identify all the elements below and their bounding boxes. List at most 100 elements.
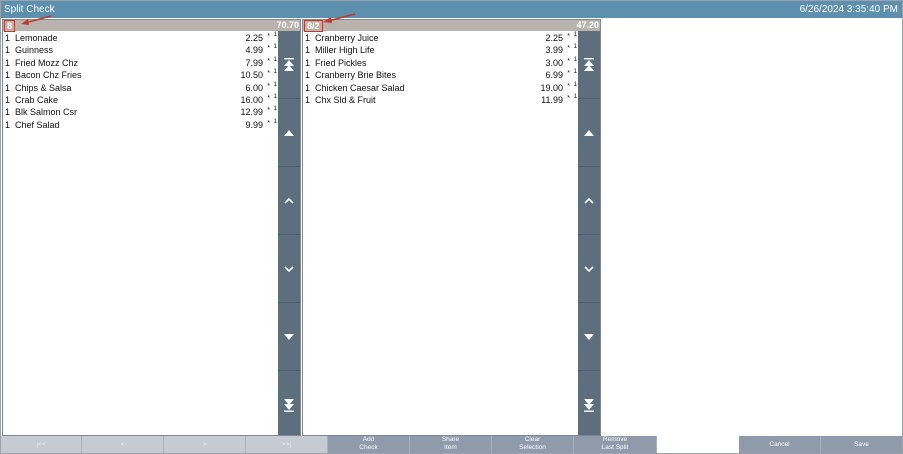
check-total: 47.20 xyxy=(576,20,599,30)
item-seat: 1 xyxy=(273,81,277,88)
check-total: 70.70 xyxy=(276,20,299,30)
list-item[interactable]: 1 Miller High Life 3.99 * 1 xyxy=(303,44,577,56)
list-item[interactable]: 1 Chicken Caesar Salad 19.00 * 1 xyxy=(303,82,577,94)
add-check-label-2: Check xyxy=(359,444,378,451)
save-button[interactable]: Save xyxy=(821,436,902,453)
title-bar: Split Check 6/26/2024 3:35:40 PM xyxy=(1,1,902,18)
item-mark: * xyxy=(567,82,570,90)
list-item[interactable]: 1 Fried Mozz Chz 7.99 * 1 xyxy=(3,57,277,69)
item-price: 3.00 xyxy=(545,57,563,68)
scroll-button[interactable] xyxy=(278,235,300,303)
item-qty: 1 xyxy=(305,45,311,56)
check-scrollbar[interactable] xyxy=(278,31,300,435)
list-item[interactable]: 1 Guinness 4.99 * 1 xyxy=(3,44,277,56)
prev-check-button[interactable]: < xyxy=(82,436,164,453)
add-check-button[interactable]: Add Check xyxy=(328,436,410,453)
item-mark: * xyxy=(267,119,270,127)
item-qty: 1 xyxy=(5,107,11,118)
triangle-up-icon xyxy=(584,129,594,136)
item-qty: 1 xyxy=(5,57,11,68)
datetime: 6/26/2024 3:35:40 PM xyxy=(799,4,898,15)
next-check-button[interactable]: > xyxy=(164,436,246,453)
scroll-button[interactable] xyxy=(578,235,600,303)
check-scrollbar[interactable] xyxy=(578,31,600,435)
item-name: Lemonade xyxy=(15,33,58,43)
share-item-button[interactable]: Share Item xyxy=(410,436,492,453)
list-item[interactable]: 1 Blk Salmon Csr 12.99 * 1 xyxy=(3,106,277,118)
item-price: 12.99 xyxy=(240,107,263,118)
triangle-up-icon xyxy=(284,129,294,136)
item-mark: * xyxy=(267,33,270,40)
item-list: 1 Lemonade 2.25 * 1 1 Guinness 4.99 * 1 1 Fried Moz… xyxy=(3,32,277,131)
item-qty: 1 xyxy=(305,94,311,105)
scroll-button[interactable] xyxy=(278,99,300,167)
check-panel-8-2[interactable]: 8/2 47.20 1 Cranberry Juice 2.25 * 1 1 Miller … xyxy=(302,19,601,436)
scroll-button[interactable] xyxy=(278,371,300,438)
list-item[interactable]: 1 Bacon Chz Fries 10.50 * 1 xyxy=(3,69,277,81)
cancel-button[interactable]: Cancel xyxy=(739,436,821,453)
scroll-button[interactable] xyxy=(578,167,600,235)
item-price: 2.25 xyxy=(545,33,563,43)
item-mark: * xyxy=(567,33,570,40)
triangle-down-icon xyxy=(284,333,294,340)
item-seat: 1 xyxy=(573,44,577,51)
item-mark: * xyxy=(567,70,570,78)
last-check-button[interactable]: >>| xyxy=(246,436,328,453)
item-price: 11.99 xyxy=(541,94,563,105)
first-check-button[interactable]: |<< xyxy=(1,436,82,453)
item-name: Cranberry Brie Bites xyxy=(315,70,397,81)
item-seat: 1 xyxy=(273,118,277,125)
item-mark: * xyxy=(567,45,570,53)
list-item[interactable]: 1 Crab Cake 16.00 * 1 xyxy=(3,94,277,106)
list-item[interactable]: 1 Chef Salad 9.99 * 1 xyxy=(3,119,277,131)
item-price: 10.50 xyxy=(240,70,263,81)
item-seat: 1 xyxy=(273,56,277,63)
scroll-button[interactable] xyxy=(278,303,300,371)
item-mark: * xyxy=(267,94,270,102)
scroll-button[interactable] xyxy=(578,99,600,167)
clear-selection-label-2: Selection xyxy=(519,444,546,451)
item-qty: 1 xyxy=(5,70,11,81)
item-qty: 1 xyxy=(5,119,11,130)
chevron-down-icon xyxy=(284,265,294,272)
scroll-button[interactable] xyxy=(578,303,600,371)
remove-last-split-label-2: Last Split xyxy=(601,444,629,451)
item-price: 16.00 xyxy=(240,94,263,105)
item-price: 9.99 xyxy=(245,119,263,130)
annotation-arrow-icon xyxy=(323,13,356,23)
scroll-button[interactable] xyxy=(578,31,600,99)
list-item[interactable]: 1 Fried Pickles 3.00 * 1 xyxy=(303,57,577,69)
item-price: 19.00 xyxy=(540,82,563,93)
list-item[interactable]: 1 Cranberry Brie Bites 6.99 * 1 xyxy=(303,69,577,81)
item-qty: 1 xyxy=(5,45,11,56)
list-item[interactable]: 1 Lemonade 2.25 * 1 xyxy=(3,32,277,44)
item-qty: 1 xyxy=(305,82,311,93)
list-item[interactable]: 1 Chx Sld & Fruit 11.99 * 1 xyxy=(303,94,577,106)
list-item[interactable]: 1 Cranberry Juice 2.25 * 1 xyxy=(303,32,577,44)
item-name: Chef Salad xyxy=(15,119,60,130)
item-qty: 1 xyxy=(305,33,311,43)
check-panel-8[interactable]: 8 70.70 1 Lemonade 2.25 * 1 1 Guinness 4.99 * 1 1 F… xyxy=(2,19,301,436)
double-chevron-up-icon xyxy=(584,57,594,71)
add-check-label-1: Add xyxy=(362,436,375,443)
item-price: 2.25 xyxy=(245,33,263,43)
item-name: Blk Salmon Csr xyxy=(15,107,78,118)
scroll-button[interactable] xyxy=(278,167,300,235)
item-price: 4.99 xyxy=(245,45,263,56)
double-chevron-up-icon xyxy=(284,57,294,71)
clear-selection-button[interactable]: Clear Selection xyxy=(492,436,574,453)
item-price: 3.99 xyxy=(545,45,563,56)
remove-last-split-button[interactable]: Remove Last Split xyxy=(574,436,657,453)
item-qty: 1 xyxy=(305,70,311,81)
item-mark: * xyxy=(267,45,270,53)
list-item[interactable]: 1 Chips & Salsa 6.00 * 1 xyxy=(3,82,277,94)
share-item-label-1: Share xyxy=(441,436,460,443)
item-mark: * xyxy=(567,57,570,65)
item-mark: * xyxy=(267,70,270,78)
scroll-button[interactable] xyxy=(578,371,600,438)
chevron-up-icon xyxy=(584,197,594,204)
item-name: Chips & Salsa xyxy=(15,82,72,93)
scroll-button[interactable] xyxy=(278,31,300,99)
item-seat: 1 xyxy=(273,106,277,113)
item-qty: 1 xyxy=(305,57,311,68)
